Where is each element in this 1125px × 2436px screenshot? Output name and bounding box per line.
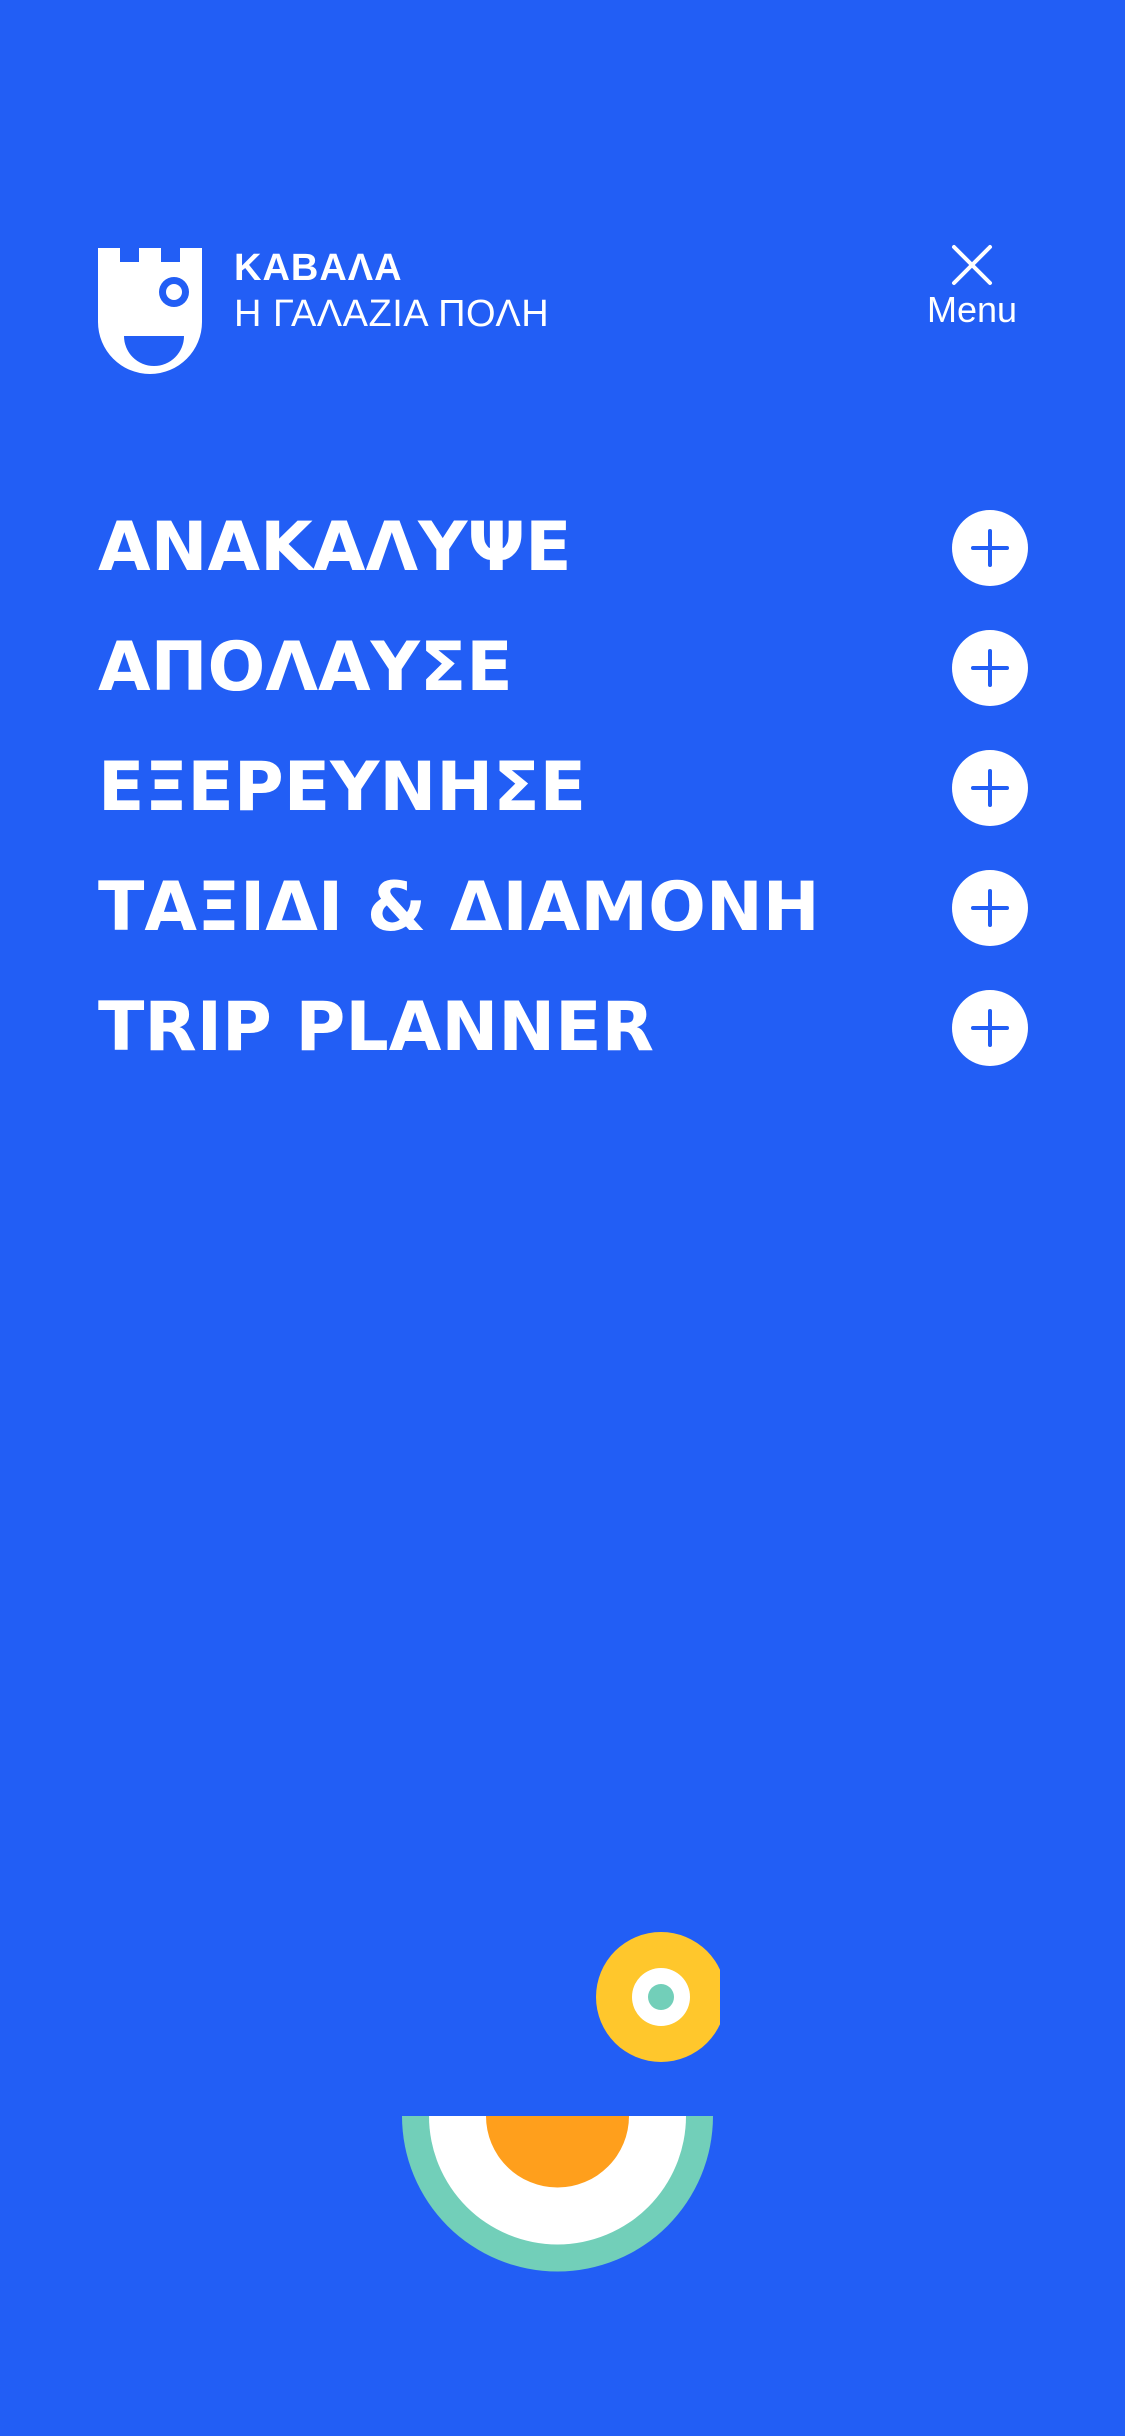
plus-icon	[971, 769, 1009, 807]
castle-face-icon	[98, 248, 202, 374]
nav-item-explore[interactable]: ΕΞΕΡΕΥΝΗΣΕ	[98, 728, 1028, 848]
nav-item-enjoy[interactable]: ΑΠΟΛΑΥΣΕ	[98, 608, 1028, 728]
nav-item-label: ΤΑΞΙΔΙ & ΔΙΑΜΟΝΗ	[98, 868, 820, 947]
expand-button[interactable]	[952, 750, 1028, 826]
expand-button[interactable]	[952, 990, 1028, 1066]
brand-text: ΚΑΒΑΛΑ Η ΓΑΛΑΖΙΑ ΠΟΛΗ	[234, 246, 549, 336]
header: ΚΑΒΑΛΑ Η ΓΑΛΑΖΙΑ ΠΟΛΗ Menu	[0, 0, 1125, 400]
expand-button[interactable]	[952, 870, 1028, 946]
menu-close-button[interactable]: Menu	[917, 244, 1027, 334]
expand-button[interactable]	[952, 630, 1028, 706]
nav-item-label: ΕΞΕΡΕΥΝΗΣΕ	[98, 748, 587, 827]
plus-icon	[971, 889, 1009, 927]
nav-item-label: ΑΝΑΚΑΛΥΨΕ	[98, 508, 572, 587]
main-nav: ΑΝΑΚΑΛΥΨΕ ΑΠΟΛΑΥΣΕ ΕΞΕΡΕΥΝΗΣΕ ΤΑΞΙΔΙ & Δ…	[98, 488, 1028, 1088]
plus-icon	[971, 649, 1009, 687]
mascot-eye	[596, 1932, 720, 2062]
brand-logo[interactable]: ΚΑΒΑΛΑ Η ΓΑΛΑΖΙΑ ΠΟΛΗ	[98, 246, 549, 374]
brand-subtitle: Η ΓΑΛΑΖΙΑ ΠΟΛΗ	[234, 293, 550, 335]
nav-item-trip-planner[interactable]: TRIP PLANNER	[98, 968, 1028, 1088]
plus-icon	[971, 529, 1009, 567]
nav-item-label: TRIP PLANNER	[98, 988, 654, 1067]
brand-title: ΚΑΒΑΛΑ	[234, 247, 403, 289]
mascot-illustration	[402, 1932, 720, 2272]
plus-icon	[971, 1009, 1009, 1047]
mascot-mouth	[402, 2116, 713, 2272]
close-icon	[952, 245, 992, 285]
nav-item-discover[interactable]: ΑΝΑΚΑΛΥΨΕ	[98, 488, 1028, 608]
nav-item-travel-stay[interactable]: ΤΑΞΙΔΙ & ΔΙΑΜΟΝΗ	[98, 848, 1028, 968]
nav-item-label: ΑΠΟΛΑΥΣΕ	[98, 628, 513, 707]
expand-button[interactable]	[952, 510, 1028, 586]
menu-label: Menu	[926, 289, 1018, 330]
